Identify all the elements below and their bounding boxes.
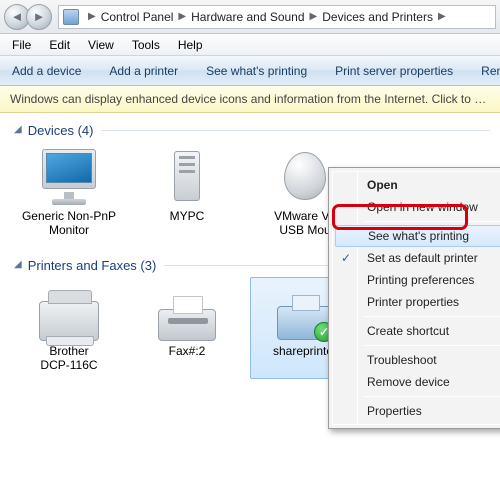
menu-edit[interactable]: Edit: [41, 36, 78, 54]
monitor-icon: [34, 147, 104, 205]
cmd-remove[interactable]: Remov: [473, 60, 500, 82]
cmd-add-device[interactable]: Add a device: [4, 60, 89, 82]
ctx-remove-device[interactable]: Remove device: [333, 371, 500, 393]
control-panel-icon: [63, 9, 79, 25]
collapse-icon: ◢: [14, 259, 22, 270]
info-bar[interactable]: Windows can display enhanced device icon…: [0, 86, 500, 113]
ctx-separator: [363, 221, 500, 222]
printer-item-brother[interactable]: Brother DCP-116C: [14, 277, 124, 379]
ctx-separator: [363, 396, 500, 397]
device-item-monitor[interactable]: Generic Non-PnP Monitor: [14, 142, 124, 244]
item-label: MYPC: [135, 209, 239, 223]
item-label: Brother DCP-116C: [17, 344, 121, 372]
breadcrumb[interactable]: ▶ Control Panel ▶ Hardware and Sound ▶ D…: [58, 5, 496, 29]
ctx-separator: [363, 316, 500, 317]
cmd-print-server[interactable]: Print server properties: [327, 60, 461, 82]
printer-item-fax[interactable]: Fax#:2: [132, 277, 242, 379]
address-bar: ◄ ► ▶ Control Panel ▶ Hardware and Sound…: [0, 0, 500, 34]
chevron-right-icon: ▶: [88, 11, 96, 22]
group-title: Devices (4): [28, 123, 94, 138]
device-item-pc[interactable]: MYPC: [132, 142, 242, 244]
ctx-printing-preferences[interactable]: Printing preferences: [333, 269, 500, 291]
chevron-right-icon: ▶: [310, 11, 318, 22]
ctx-set-default-printer[interactable]: ✓ Set as default printer: [333, 247, 500, 269]
printer-icon: [152, 282, 222, 340]
ctx-troubleshoot[interactable]: Troubleshoot: [333, 349, 500, 371]
command-bar: Add a device Add a printer See what's pr…: [0, 56, 500, 86]
group-divider: [101, 130, 490, 131]
menu-help[interactable]: Help: [170, 36, 211, 54]
ctx-open[interactable]: Open: [333, 174, 500, 196]
menu-view[interactable]: View: [80, 36, 122, 54]
chevron-right-icon: ▶: [178, 11, 186, 22]
collapse-icon: ◢: [14, 124, 22, 135]
chevron-right-icon: ▶: [438, 11, 446, 22]
breadcrumb-seg[interactable]: Devices and Printers: [322, 10, 433, 24]
group-header-devices[interactable]: ◢ Devices (4): [14, 123, 490, 138]
menu-file[interactable]: File: [4, 36, 39, 54]
ctx-separator: [363, 345, 500, 346]
nav-buttons: ◄ ►: [4, 4, 52, 30]
breadcrumb-seg[interactable]: Hardware and Sound: [191, 10, 304, 24]
check-icon: ✓: [341, 251, 351, 265]
group-title: Printers and Faxes (3): [28, 258, 157, 273]
ctx-create-shortcut[interactable]: Create shortcut: [333, 320, 500, 342]
breadcrumb-seg[interactable]: Control Panel: [101, 10, 174, 24]
ctx-open-new-window[interactable]: Open in new window: [333, 196, 500, 218]
menu-tools[interactable]: Tools: [124, 36, 168, 54]
pc-icon: [152, 147, 222, 205]
item-label: Fax#:2: [135, 344, 239, 358]
menu-bar: File Edit View Tools Help: [0, 34, 500, 56]
item-label: Generic Non-PnP Monitor: [17, 209, 121, 237]
ctx-properties[interactable]: Properties: [333, 400, 500, 422]
ctx-see-whats-printing[interactable]: See what's printing: [335, 225, 500, 247]
fax-icon: [34, 282, 104, 340]
context-menu: Open Open in new window See what's print…: [328, 167, 500, 429]
cmd-add-printer[interactable]: Add a printer: [101, 60, 186, 82]
ctx-printer-properties[interactable]: Printer properties: [333, 291, 500, 313]
forward-button[interactable]: ►: [26, 4, 52, 30]
cmd-see-printing[interactable]: See what's printing: [198, 60, 315, 82]
